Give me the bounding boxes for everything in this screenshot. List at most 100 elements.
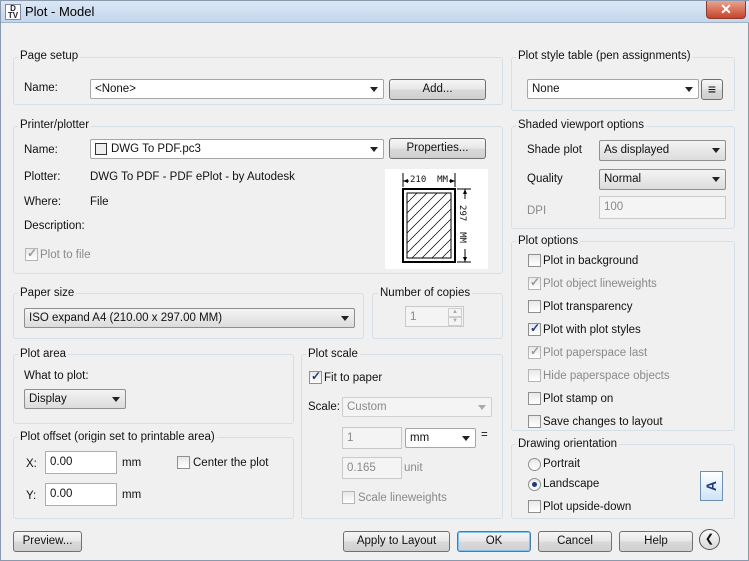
scale-value-2-input[interactable]: 0.165 [342,457,402,479]
help-button[interactable]: Help [619,531,693,552]
plot-option-label[interactable]: Plot with plot styles [543,324,641,336]
landscape-radio[interactable] [528,478,541,491]
scale-unit-dropdown[interactable]: mm [405,428,476,448]
printer-name-label: Name: [24,144,58,156]
offset-x-input[interactable]: 0.00 [45,451,117,474]
window-title: Plot - Model [25,4,95,19]
copies-spinner[interactable]: 1 ▲ ▼ [405,306,464,327]
plot-offset-group [13,437,294,519]
spin-up-icon[interactable]: ▲ [448,308,462,317]
upside-down-checkbox[interactable] [528,500,541,513]
scale-label: Scale: [308,401,340,413]
center-plot-checkbox[interactable] [177,456,190,469]
offset-x-label: X: [26,458,37,470]
scale-lineweights-label[interactable]: Scale lineweights [358,492,447,504]
fit-to-paper-checkbox[interactable]: ✓ [309,369,322,384]
plot-option-checkbox[interactable] [528,392,541,405]
fit-to-paper-label[interactable]: Fit to paper [324,372,382,384]
page-setup-name-dropdown[interactable]: <None> [90,79,384,99]
plot-option-label[interactable]: Hide paperspace objects [543,370,670,382]
plot-option-checkbox[interactable]: ✓ [528,275,541,290]
plot-dialog: D TV Plot - Model ✕ Page setup Name: <No… [0,0,749,561]
scale-value: Custom [347,401,387,413]
scale-dropdown[interactable]: Custom [342,397,492,417]
chevron-down-icon [462,436,470,441]
quality-value: Normal [604,173,642,185]
plot-option-label[interactable]: Plot stamp on [543,393,613,405]
description-label: Description: [24,220,85,232]
collapse-button[interactable]: ❮ [699,529,720,550]
printer-name-dropdown[interactable]: DWG To PDF.pc3 [90,139,384,159]
ok-button[interactable]: OK [457,531,531,552]
chevron-down-icon [370,147,378,152]
plotter-label: Plotter: [24,171,61,183]
plot-to-file-checkbox[interactable]: ✓ [25,246,38,261]
close-button[interactable]: ✕ [706,1,746,19]
radio-selected-dot [532,482,537,487]
chevron-down-icon [341,316,349,321]
plot-option-label[interactable]: Plot transparency [543,301,633,313]
paper-size-dropdown[interactable]: ISO expand A4 (210.00 x 297.00 MM) [24,308,355,328]
plot-option-checkbox[interactable] [528,254,541,267]
dpi-value: 100 [604,201,624,213]
page-setup-name-value: <None> [95,83,136,95]
scale-equals: = [481,429,488,441]
copies-title: Number of copies [378,287,473,299]
autocad-app-icon: D TV [5,4,21,20]
spin-down-icon[interactable]: ▼ [448,317,462,326]
where-label: Where: [24,196,62,208]
printer-properties-button[interactable]: Properties... [389,138,486,159]
orientation-letter: A [703,480,720,492]
plot-option-label[interactable]: Plot paperspace last [543,347,647,359]
apply-to-layout-button[interactable]: Apply to Layout [343,531,450,552]
scale-unit-value: mm [410,432,430,444]
plot-option-checkbox[interactable] [528,415,541,428]
plot-option-label[interactable]: Save changes to layout [543,416,663,428]
scale-value-1-input[interactable]: 1 [342,427,402,449]
check-icon: ✓ [530,321,541,335]
chevron-down-icon [712,177,720,182]
dpi-label: DPI [527,205,547,217]
plot-to-file-label[interactable]: Plot to file [40,249,91,261]
center-plot-label[interactable]: Center the plot [193,457,268,469]
chevron-down-icon [685,87,693,92]
plot-area-title: Plot area [18,348,69,360]
cancel-button[interactable]: Cancel [538,531,612,552]
shaded-viewport-title: Shaded viewport options [516,119,646,131]
plotter-icon [95,143,107,155]
plot-style-value: None [532,83,560,95]
preview-button[interactable]: Preview... [13,531,82,552]
offset-x-unit: mm [122,457,142,469]
check-icon: ✓ [27,246,38,260]
chevron-down-icon [370,87,378,92]
offset-y-input[interactable]: 0.00 [45,483,117,506]
quality-dropdown[interactable]: Normal [599,169,726,190]
offset-y-label: Y: [26,490,37,502]
landscape-label[interactable]: Landscape [543,478,599,490]
portrait-radio[interactable] [528,458,541,471]
add-page-setup-button[interactable]: Add... [389,79,486,100]
scale-value-1: 1 [347,432,354,444]
what-to-plot-dropdown[interactable]: Display [24,389,126,409]
shade-plot-dropdown[interactable]: As displayed [599,140,726,161]
plot-option-checkbox[interactable] [528,300,541,313]
plot-style-dropdown[interactable]: None [527,79,699,99]
dpi-input[interactable]: 100 [599,196,726,219]
plot-style-edit-button[interactable]: ≡ [701,79,723,100]
chevron-down-icon [478,405,486,410]
paper-preview: 210 MM 297 MM [385,169,488,269]
quality-label: Quality [527,173,563,185]
chevron-down-icon [712,148,720,153]
paper-size-title: Paper size [18,287,77,299]
portrait-label[interactable]: Portrait [543,458,580,470]
plot-option-label[interactable]: Plot in background [543,255,638,267]
offset-y-value: 0.00 [50,488,73,500]
check-icon: ✓ [530,275,541,289]
plot-option-label[interactable]: Plot object lineweights [543,278,657,290]
where-value: File [90,196,109,208]
plot-option-checkbox[interactable]: ✓ [528,321,541,336]
scale-lineweights-checkbox[interactable] [342,491,355,504]
plot-option-checkbox[interactable] [528,369,541,382]
plot-option-checkbox[interactable]: ✓ [528,344,541,359]
upside-down-label[interactable]: Plot upside-down [543,501,631,513]
